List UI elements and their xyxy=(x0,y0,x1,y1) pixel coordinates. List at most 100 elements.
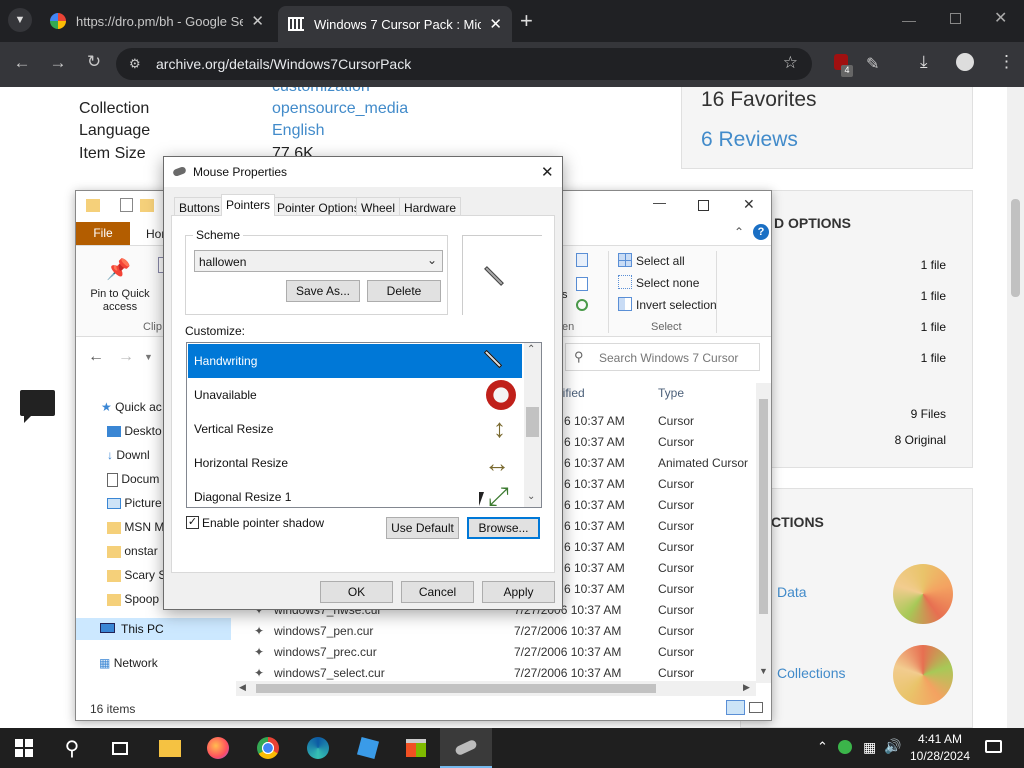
clock-date[interactable]: 10/28/2024 xyxy=(906,749,974,763)
tab-pointers[interactable]: Pointers xyxy=(221,194,276,216)
download-row-count[interactable]: 1 file xyxy=(921,320,946,334)
tray-app-icon[interactable] xyxy=(838,740,852,754)
cursor-item[interactable]: Vertical Resize ↕ xyxy=(188,412,522,446)
details-view-icon[interactable] xyxy=(726,700,745,715)
tab-hardware[interactable]: Hardware xyxy=(399,197,462,216)
shadow-label[interactable]: Enable pointer shadow xyxy=(202,516,324,530)
forward-icon[interactable]: → xyxy=(46,53,70,73)
nav-quick-access[interactable]: ★ Quick ac xyxy=(101,400,162,414)
browser-tab-google[interactable]: https://dro.pm/bh - Google Search ✕ xyxy=(40,6,274,36)
metadata-link[interactable]: English xyxy=(272,122,324,140)
horizontal-scrollbar[interactable]: ◀ ▶ xyxy=(236,681,756,696)
file-row[interactable]: ✦ windows7_pen.cur 7/27/2006 10:37 AM Curso… xyxy=(236,621,756,642)
edit-icon[interactable] xyxy=(576,277,588,291)
history-icon[interactable] xyxy=(576,299,588,311)
pin-to-quick-access-button[interactable]: Pin to Quick access xyxy=(81,288,159,314)
metadata-link[interactable]: opensource_media xyxy=(272,100,408,118)
clock-time[interactable]: 4:41 AM xyxy=(906,732,974,746)
bookmark-star-icon[interactable]: ☆ xyxy=(783,53,798,73)
cursor-item[interactable]: Horizontal Resize ↔ xyxy=(188,446,522,480)
nav-folder[interactable]: Spoop xyxy=(107,592,159,606)
tab-wheel[interactable]: Wheel xyxy=(356,197,401,216)
profile-icon[interactable] xyxy=(956,53,974,71)
address-bar[interactable]: ⚙ archive.org/details/Windows7CursorPack… xyxy=(116,48,812,80)
back-icon[interactable]: ← xyxy=(10,53,34,73)
help-icon[interactable]: ? xyxy=(753,224,769,240)
scheme-select[interactable]: hallowen ⌄ xyxy=(194,250,443,272)
notification-icon[interactable] xyxy=(985,740,1002,753)
ribbon-tab-file[interactable]: File xyxy=(76,222,130,245)
scroll-down-icon[interactable]: ▼ xyxy=(759,666,768,676)
cursor-item-selected[interactable]: Handwriting xyxy=(188,344,522,378)
select-none-icon[interactable] xyxy=(618,275,632,289)
search-icon[interactable]: ⚲ xyxy=(48,728,96,768)
nav-desktop[interactable]: Deskto xyxy=(107,424,162,438)
select-none-button[interactable]: Select none xyxy=(636,276,699,290)
maximize-icon[interactable] xyxy=(698,200,709,211)
minimize-icon[interactable]: — xyxy=(653,195,666,210)
cancel-button[interactable]: Cancel xyxy=(401,581,474,603)
chat-bubble-icon[interactable] xyxy=(20,390,55,416)
show-hidden-icons[interactable]: ⌃ xyxy=(817,739,828,755)
use-default-button[interactable]: Use Default xyxy=(386,517,459,539)
download-icon[interactable]: ⤓ xyxy=(920,52,928,72)
download-row-count[interactable]: 1 file xyxy=(921,289,946,303)
search-box[interactable]: ⚲ Search Windows 7 Cursor xyxy=(565,343,760,371)
listbox-scrollbar-thumb[interactable] xyxy=(526,407,539,437)
browse-button[interactable]: Browse... xyxy=(467,517,540,539)
cursor-item[interactable]: Diagonal Resize 1 ⤢ xyxy=(188,480,522,507)
ok-button[interactable]: OK xyxy=(320,581,393,603)
invert-selection-button[interactable]: Invert selection xyxy=(636,298,717,312)
firefox-icon[interactable] xyxy=(194,728,242,768)
roblox-studio-icon[interactable] xyxy=(344,728,392,768)
select-all-button[interactable]: Select all xyxy=(636,254,685,268)
download-row-count[interactable]: 1 file xyxy=(921,351,946,365)
cursor-listbox[interactable]: Handwriting Unavailable Vertical Resize … xyxy=(186,342,542,508)
file-explorer-taskbar-icon[interactable] xyxy=(146,728,194,768)
menu-kebab-icon[interactable]: ⋮ xyxy=(998,52,1015,72)
reload-icon[interactable]: ↻ xyxy=(82,52,106,72)
file-row[interactable]: ✦ windows7_select.cur 7/27/2006 10:37 AM Cu… xyxy=(236,663,756,683)
close-icon[interactable]: ✕ xyxy=(743,196,755,213)
network-tray-icon[interactable]: ▦ xyxy=(863,739,876,756)
file-row[interactable]: ✦ windows7_prec.cur 7/27/2006 10:37 AM Curs… xyxy=(236,642,756,663)
close-tab-icon[interactable]: ✕ xyxy=(251,12,264,30)
reviews-link[interactable]: 6 Reviews xyxy=(701,128,798,152)
page-scrollbar[interactable] xyxy=(1007,87,1024,728)
shadow-checkbox[interactable]: ✓ xyxy=(186,516,199,529)
start-button[interactable] xyxy=(0,728,48,768)
folder-icon[interactable] xyxy=(140,199,154,212)
nav-folder[interactable]: Scary S xyxy=(107,568,166,582)
ribbon-collapse-icon[interactable]: ⌃ xyxy=(734,225,744,239)
forward-icon[interactable]: → xyxy=(118,348,134,366)
nav-network[interactable]: ▦ Network xyxy=(99,656,158,670)
save-as-button[interactable]: Save As... xyxy=(286,280,360,302)
nav-pictures[interactable]: Picture xyxy=(107,496,162,510)
horizontal-scrollbar-thumb[interactable] xyxy=(256,684,656,693)
invert-selection-icon[interactable] xyxy=(618,297,632,311)
new-tab-button[interactable]: + xyxy=(520,8,533,34)
collection-thumbnail[interactable] xyxy=(893,645,953,705)
scroll-down-icon[interactable]: ⌄ xyxy=(527,491,535,502)
delete-button[interactable]: Delete xyxy=(367,280,441,302)
close-icon[interactable]: ✕ xyxy=(541,163,554,181)
tab-pointer-options[interactable]: Pointer Options xyxy=(272,197,365,216)
chrome-icon[interactable] xyxy=(244,728,292,768)
store-icon[interactable] xyxy=(392,728,440,768)
edge-icon[interactable] xyxy=(294,728,342,768)
restore-icon[interactable] xyxy=(950,13,961,24)
scroll-right-icon[interactable]: ▶ xyxy=(743,682,750,693)
metadata-link[interactable]: customization xyxy=(272,87,370,96)
download-row-count[interactable]: 1 file xyxy=(921,258,946,272)
site-info-icon[interactable]: ⚙ xyxy=(129,56,141,72)
pin-icon[interactable]: 📌 xyxy=(106,257,131,282)
extensions-puzzle-icon[interactable]: ✎ xyxy=(866,54,879,74)
select-all-icon[interactable] xyxy=(618,253,632,267)
back-icon[interactable]: ← xyxy=(88,348,104,366)
collection-thumbnail[interactable] xyxy=(893,564,953,624)
nav-documents[interactable]: Docum xyxy=(107,472,159,487)
mouse-properties-taskbar-icon[interactable] xyxy=(440,728,492,768)
large-icons-view-icon[interactable] xyxy=(749,702,763,713)
listbox-scrollbar[interactable]: ⌃ ⌄ xyxy=(524,343,541,507)
volume-icon[interactable]: 🔊 xyxy=(884,738,901,755)
